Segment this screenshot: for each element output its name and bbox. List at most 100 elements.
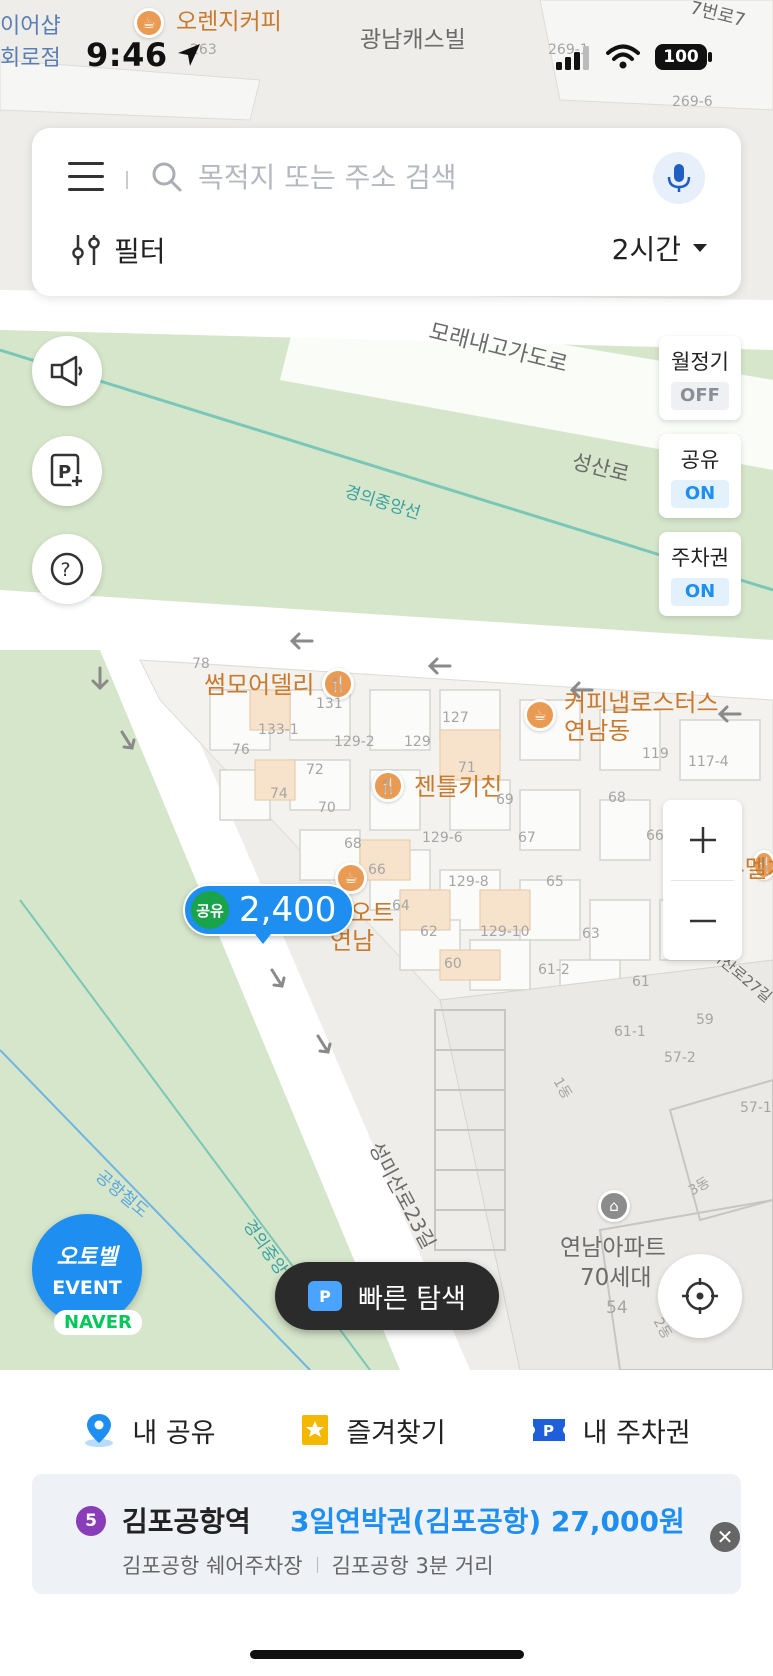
- tab-favorites[interactable]: 즐겨찾기: [300, 1400, 446, 1460]
- svg-text:?: ?: [61, 559, 71, 581]
- toggle-state: ON: [671, 578, 729, 606]
- building-number: 62: [420, 924, 438, 940]
- close-promo-button[interactable]: ✕: [710, 1522, 740, 1552]
- building-number: 68: [344, 836, 362, 852]
- promo-deal: 3일연박권(김포공항) 27,000원: [290, 1505, 685, 1538]
- promo-lot-name: 김포공항 쉐어주차장: [122, 1554, 303, 1578]
- building-number: 71: [458, 760, 476, 776]
- toggle-share[interactable]: 공유 ON: [659, 434, 741, 518]
- location-arrow-icon: [178, 44, 200, 66]
- poi-gentle-kitchen[interactable]: 젠틀키친: [414, 774, 502, 801]
- ticket-icon: P: [532, 1419, 565, 1441]
- quick-search-label: 빠른 탐색: [358, 1283, 466, 1315]
- building-number: 68: [608, 790, 626, 806]
- building-number: 76: [232, 742, 250, 758]
- toggle-label: 주차권: [671, 546, 729, 570]
- filter-button[interactable]: 필터: [72, 230, 166, 270]
- promo-card[interactable]: 5 김포공항역 3일연박권(김포공항) 27,000원 김포공항 쉐어주차장 김…: [32, 1474, 741, 1594]
- announcement-button[interactable]: [32, 336, 102, 406]
- zoom-in-button[interactable]: [663, 800, 742, 880]
- search-input[interactable]: [198, 156, 618, 198]
- building-number: 66: [368, 862, 386, 878]
- building-number: 61-1: [614, 1024, 646, 1040]
- zoom-control: [663, 800, 742, 960]
- promo-distance: 김포공항 3분 거리: [331, 1554, 494, 1578]
- building-number: 70: [318, 800, 336, 816]
- promo-subtitle: 김포공항 쉐어주차장 김포공항 3분 거리: [122, 1550, 494, 1580]
- current-location-button[interactable]: [658, 1254, 742, 1338]
- parking-p-icon: P: [308, 1281, 343, 1311]
- add-parking-button[interactable]: P: [32, 436, 102, 506]
- building-number: 61-2: [538, 962, 570, 978]
- minus-icon: [689, 919, 716, 923]
- building-number: 59: [696, 1012, 714, 1028]
- building-number: 74: [270, 786, 288, 802]
- search-card: 필터 2시간: [32, 128, 741, 296]
- building-number: 117-4: [688, 754, 729, 770]
- building-number: 67: [518, 830, 536, 846]
- cafe-icon: ☕: [524, 699, 556, 731]
- quick-search-button[interactable]: P 빠른 탐색: [275, 1262, 499, 1330]
- building-number: 129-2: [334, 734, 375, 750]
- poi-oat-line1[interactable]: 오트: [350, 900, 394, 927]
- poi-somemore-deli[interactable]: 썸모어델리: [204, 672, 314, 699]
- voice-search-button[interactable]: [653, 152, 705, 204]
- building-number: 72: [306, 762, 324, 778]
- crosshair-icon: [682, 1278, 718, 1314]
- building-number: 61: [632, 974, 650, 990]
- poi-coffee-nap-line2[interactable]: 연남동: [564, 718, 630, 745]
- toggle-state: OFF: [671, 382, 729, 410]
- search-icon: [152, 162, 182, 192]
- apartment-icon: ⌂: [598, 1190, 630, 1222]
- poi-yeonnam-apt-line1[interactable]: 연남아파트: [560, 1228, 666, 1262]
- share-badge: 공유: [191, 891, 229, 929]
- event-brand: 오토벨: [56, 1245, 118, 1270]
- battery-level: 100: [663, 47, 699, 67]
- megaphone-icon: [50, 355, 83, 387]
- tab-my-share[interactable]: 내 공유: [82, 1400, 216, 1460]
- event-button[interactable]: 오토벨 EVENT: [32, 1214, 142, 1324]
- duration-value: 2시간: [611, 233, 681, 266]
- parking-price: 2,400: [239, 890, 337, 930]
- status-time: 9:46: [86, 36, 168, 74]
- event-label: EVENT: [52, 1277, 122, 1299]
- quick-tabs: 내 공유 즐겨찾기 P 내 주차권: [0, 1400, 773, 1460]
- tab-my-tickets[interactable]: P 내 주차권: [531, 1400, 691, 1460]
- parking-add-icon: P: [50, 453, 84, 488]
- filter-label: 필터: [114, 235, 166, 268]
- chevron-down-icon: [693, 244, 707, 252]
- parking-price-marker[interactable]: 공유 2,400: [183, 884, 355, 936]
- hamburger-menu-button[interactable]: [68, 162, 104, 192]
- battery-indicator: 100: [655, 44, 707, 70]
- building-number: 131: [316, 696, 343, 712]
- subway-line-badge: 5: [76, 1506, 106, 1536]
- svg-text:P: P: [543, 1422, 554, 1440]
- toggle-ticket[interactable]: 주차권 ON: [659, 532, 741, 616]
- promo-station: 김포공항역: [122, 1505, 251, 1538]
- tab-favorites-label: 즐겨찾기: [346, 1417, 446, 1449]
- status-bar: 9:46 100: [0, 0, 773, 110]
- building-number: 78: [192, 656, 210, 672]
- pin-icon: [85, 1414, 114, 1447]
- bottom-panel: 내 공유 즐겨찾기 P 내 주차권 5 김포공항역 3일연박권(김포공항) 27…: [0, 1370, 773, 1676]
- building-number: 54: [606, 1298, 628, 1318]
- toggle-label: 공유: [680, 448, 720, 472]
- filter-sliders-icon: [72, 235, 100, 265]
- building-number: 127: [442, 710, 469, 726]
- zoom-out-button[interactable]: [663, 881, 742, 961]
- wifi-icon: [606, 44, 640, 69]
- duration-select[interactable]: 2시간: [612, 228, 707, 268]
- divider: [126, 171, 128, 189]
- poi-yeonnam-apt-line2[interactable]: 70세대: [580, 1258, 652, 1292]
- toggle-monthly[interactable]: 월정기 OFF: [659, 336, 741, 420]
- close-icon: ✕: [716, 1525, 734, 1549]
- building-number: 69: [496, 792, 514, 808]
- building-number: 129-6: [422, 830, 463, 846]
- restaurant-icon: 🍴: [372, 770, 404, 802]
- help-button[interactable]: ?: [32, 534, 102, 604]
- building-number: 119: [642, 746, 669, 762]
- poi-coffee-nap-line1[interactable]: 커피냅로스터스: [564, 690, 719, 717]
- question-icon: ?: [50, 552, 84, 586]
- building-number: 129-10: [480, 924, 530, 940]
- battery-cap: [708, 52, 712, 62]
